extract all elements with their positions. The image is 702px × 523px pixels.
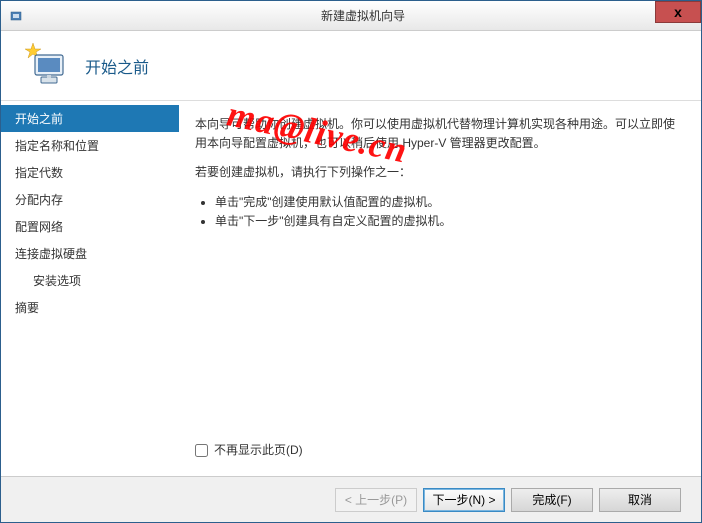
dont-show-label[interactable]: 不再显示此页(D) — [214, 441, 303, 460]
instruction-list: 单击"完成"创建使用默认值配置的虚拟机。 单击"下一步"创建具有自定义配置的虚拟… — [195, 193, 679, 231]
content-pane: 本向导可帮助你创建虚拟机。你可以使用虚拟机代替物理计算机实现各种用途。可以立即使… — [179, 101, 701, 476]
bullet-next: 单击"下一步"创建具有自定义配置的虚拟机。 — [215, 212, 679, 231]
sidebar-item-network[interactable]: 配置网络 — [1, 213, 179, 240]
window-title: 新建虚拟机向导 — [25, 7, 701, 24]
close-icon: x — [674, 4, 682, 20]
sidebar: 开始之前 指定名称和位置 指定代数 分配内存 配置网络 连接虚拟硬盘 安装选项 … — [1, 101, 179, 476]
next-button[interactable]: 下一步(N) > — [423, 488, 505, 512]
page-title: 开始之前 — [85, 54, 149, 78]
footer: < 上一步(P) 下一步(N) > 完成(F) 取消 — [1, 476, 701, 522]
titlebar: 新建虚拟机向导 x — [1, 1, 701, 31]
sidebar-item-memory[interactable]: 分配内存 — [1, 186, 179, 213]
wizard-body: 开始之前 指定名称和位置 指定代数 分配内存 配置网络 连接虚拟硬盘 安装选项 … — [1, 101, 701, 476]
sidebar-item-summary[interactable]: 摘要 — [1, 294, 179, 321]
sidebar-item-disk[interactable]: 连接虚拟硬盘 — [1, 240, 179, 267]
cancel-button[interactable]: 取消 — [599, 488, 681, 512]
header: 开始之前 — [1, 31, 701, 101]
app-icon — [9, 8, 25, 24]
close-button[interactable]: x — [655, 1, 701, 23]
sidebar-item-generation[interactable]: 指定代数 — [1, 159, 179, 186]
sidebar-item-name-location[interactable]: 指定名称和位置 — [1, 132, 179, 159]
sidebar-item-before-you-begin[interactable]: 开始之前 — [1, 105, 179, 132]
instruction-paragraph: 若要创建虚拟机，请执行下列操作之一： — [195, 163, 679, 182]
sidebar-item-install-options[interactable]: 安装选项 — [1, 267, 179, 294]
dont-show-row: 不再显示此页(D) — [195, 441, 679, 460]
bullet-finish: 单击"完成"创建使用默认值配置的虚拟机。 — [215, 193, 679, 212]
dont-show-checkbox[interactable] — [195, 444, 208, 457]
intro-paragraph: 本向导可帮助你创建虚拟机。你可以使用虚拟机代替物理计算机实现各种用途。可以立即使… — [195, 115, 679, 153]
wizard-window: 新建虚拟机向导 x 开始之前 开始之前 指定名称和位置 指定代数 分配内存 配置… — [0, 0, 702, 523]
wizard-icon — [21, 41, 71, 91]
finish-button[interactable]: 完成(F) — [511, 488, 593, 512]
previous-button: < 上一步(P) — [335, 488, 417, 512]
